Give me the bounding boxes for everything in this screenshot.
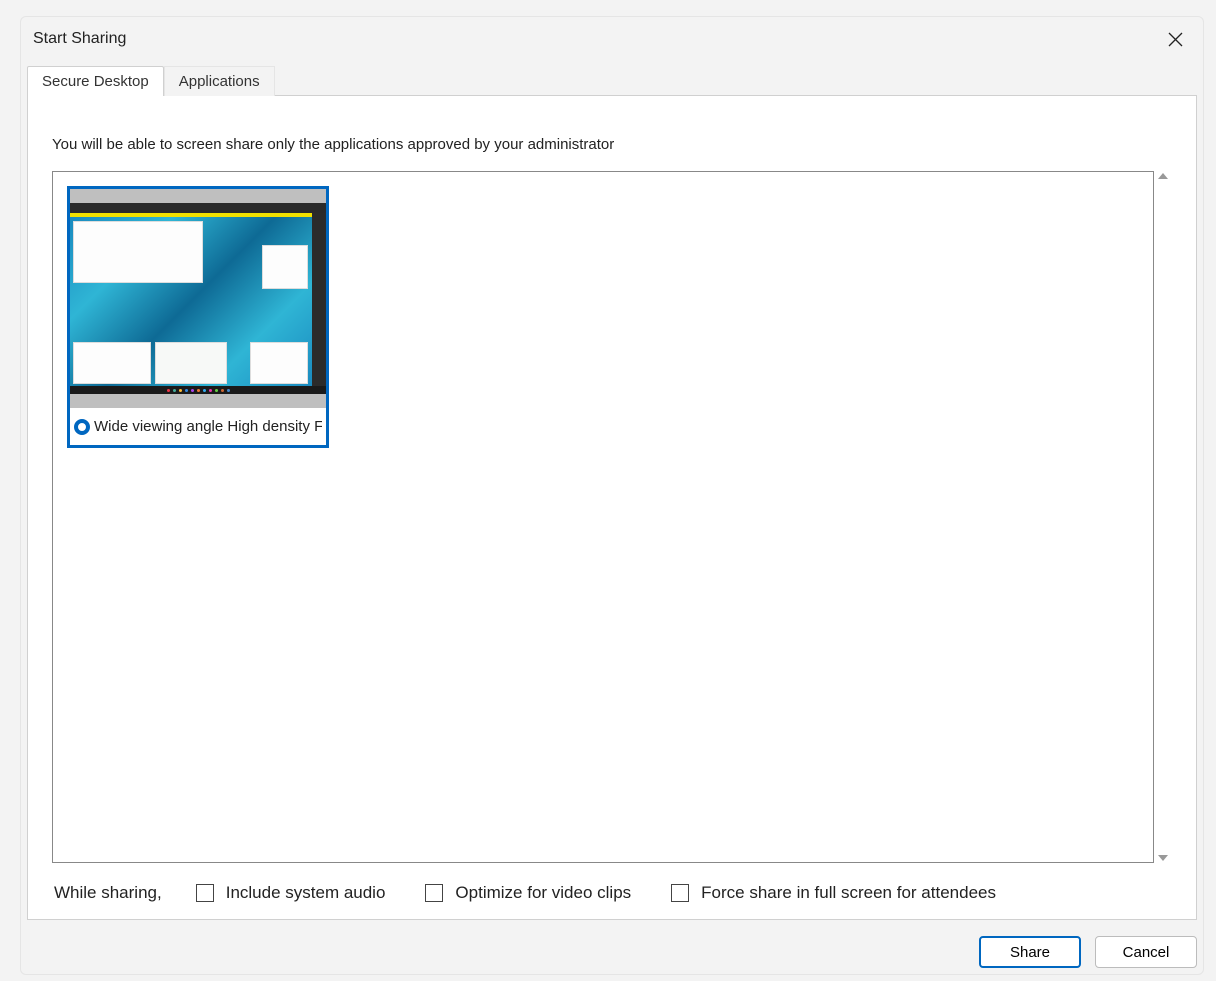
checkbox-optimize-video[interactable]: Optimize for video clips: [425, 883, 631, 903]
sharing-options-row: While sharing, Include system audio Opti…: [52, 863, 1172, 907]
admin-info-text: You will be able to screen share only th…: [52, 136, 1172, 153]
tab-secure-desktop[interactable]: Secure Desktop: [27, 66, 164, 96]
checkbox-force-fullscreen[interactable]: Force share in full screen for attendees: [671, 883, 996, 903]
start-sharing-dialog: Start Sharing Secure Desktop Application…: [20, 16, 1204, 975]
dialog-header: Start Sharing: [21, 17, 1203, 55]
dialog-footer: Share Cancel: [21, 926, 1203, 974]
checkbox-icon: [425, 884, 443, 902]
content-panel: You will be able to screen share only th…: [27, 95, 1197, 920]
checkbox-label: Force share in full screen for attendees: [701, 883, 996, 903]
dialog-title: Start Sharing: [33, 30, 126, 48]
close-icon: [1168, 32, 1183, 47]
screen-thumbnail: [70, 189, 326, 408]
screen-preview-area: Wide viewing angle High density F: [52, 171, 1154, 863]
checkbox-include-system-audio[interactable]: Include system audio: [196, 883, 386, 903]
tab-applications[interactable]: Applications: [164, 66, 275, 96]
close-button[interactable]: [1163, 27, 1187, 51]
screen-label: Wide viewing angle High density F: [94, 418, 322, 435]
vertical-scrollbar[interactable]: [1154, 171, 1172, 863]
radio-selected-icon: [74, 419, 90, 435]
screen-option-1[interactable]: Wide viewing angle High density F: [67, 186, 329, 448]
checkbox-label: Optimize for video clips: [455, 883, 631, 903]
options-prefix: While sharing,: [54, 883, 162, 903]
preview-area-wrap: Wide viewing angle High density F: [52, 171, 1172, 863]
screen-label-row: Wide viewing angle High density F: [70, 408, 326, 445]
scroll-up-icon[interactable]: [1158, 173, 1168, 179]
tab-bar: Secure Desktop Applications: [21, 65, 1203, 95]
checkbox-icon: [196, 884, 214, 902]
cancel-button[interactable]: Cancel: [1095, 936, 1197, 968]
checkbox-icon: [671, 884, 689, 902]
checkbox-label: Include system audio: [226, 883, 386, 903]
scroll-down-icon[interactable]: [1158, 855, 1168, 861]
share-button[interactable]: Share: [979, 936, 1081, 968]
